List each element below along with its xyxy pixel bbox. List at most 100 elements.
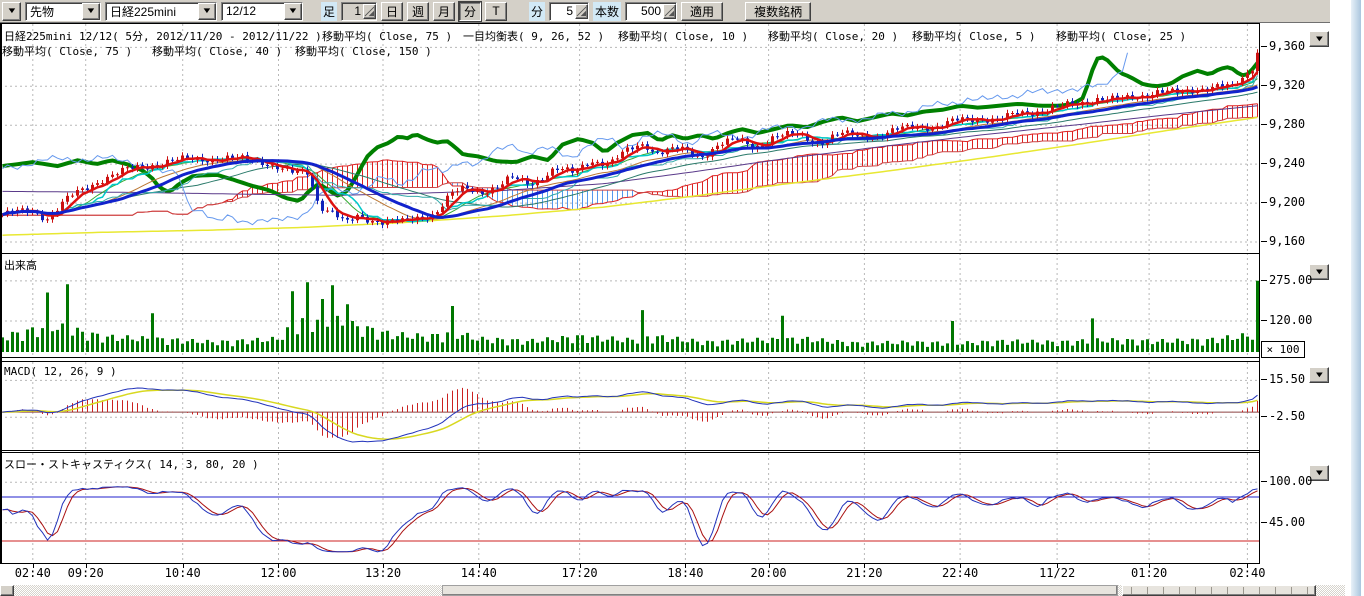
minute-label: 分 [529,2,545,21]
bar-count-value: 500 [626,4,663,18]
instrument-type-select[interactable]: 先物 ▼ [25,2,101,21]
y-axis-label: 15.50 [1261,372,1305,386]
scrollbar-grip-segment[interactable] [1122,585,1316,596]
bar-interval-value: 1 [342,4,363,18]
time-axis-tick [383,563,384,568]
quick-dropdown-button[interactable]: ▼ [2,2,21,21]
y-axis-label: 9,200 [1261,195,1305,209]
time-axis-tick [864,563,865,568]
time-axis-tick [580,563,581,568]
time-axis-label: 10:40 [165,566,201,580]
time-axis-tick [33,563,34,568]
y-axis-label: 120.00 [1261,313,1312,327]
legend-item: 移動平均( Close, 5 ) [912,28,1035,44]
period-month-button[interactable]: 月 [433,2,455,21]
time-axis-tick [1057,563,1058,568]
time-axis-label: 11/22 [1039,566,1075,580]
legend-item: 日経225mini 12/12( 5分, 2012/11/20 - 2012/1… [4,28,322,44]
contract-month-select[interactable]: 12/12 ▼ [221,2,303,21]
legend-item: 移動平均( Close, 150 ) [295,43,432,59]
y-axis-label: -2.50 [1261,409,1305,423]
time-axis-tick [1149,563,1150,568]
chart-right-border [1259,24,1260,563]
minute-value: 5 [550,4,575,18]
time-axis-label: 09:20 [68,566,104,580]
bar-interval-stepper[interactable]: 1 [341,2,377,21]
y-axis-label: 9,360 [1261,39,1305,53]
macd-panel-menu-button[interactable]: ▼ [1309,367,1329,383]
panel-border [0,357,1260,358]
legend-item: 移動平均( Close, 10 ) [618,28,748,44]
panel-border [0,563,1260,564]
time-axis-label: 14:40 [461,566,497,580]
bar-count-stepper[interactable]: 500 [625,2,677,21]
chevron-down-icon: ▼ [1316,268,1323,276]
time-axis-label: 22:40 [942,566,978,580]
y-axis-label: 9,160 [1261,234,1305,248]
legend-item: 一目均衡表( 9, 26, 52 ) [463,28,604,44]
time-axis-tick [769,563,770,568]
stoch-panel-label: スロー・ストキャスティクス( 14, 3, 80, 20 ) [4,456,259,472]
time-axis-label: 01:20 [1131,566,1167,580]
chevron-down-icon: ▼ [6,7,17,15]
time-axis-tick [86,563,87,568]
time-axis-tick [1247,563,1248,568]
chevron-down-icon[interactable]: ▼ [82,3,100,20]
bar-type-label: 足 [321,2,337,21]
time-axis-label: 21:20 [846,566,882,580]
macd-chart-canvas[interactable] [0,362,1260,450]
chevron-down-icon[interactable]: ▼ [198,3,216,20]
minute-value-stepper[interactable]: 5 [549,2,589,21]
horizontal-scrollbar[interactable] [0,585,1345,596]
spinner-icon[interactable] [575,4,588,19]
macd-panel-label: MACD( 12, 26, 9 ) [4,365,117,378]
time-axis-tick [685,563,686,568]
volume-panel-label: 出来高 [4,257,37,273]
spinner-icon[interactable] [663,4,676,19]
chart-left-border [0,24,2,563]
time-axis-label: 02:40 [15,566,51,580]
chevron-down-icon[interactable]: ▼ [284,3,302,20]
time-axis-tick [960,563,961,568]
y-axis-label: 275.00 [1261,273,1312,287]
y-axis-label: 9,320 [1261,78,1305,92]
time-axis-label: 12:00 [260,566,296,580]
chevron-down-icon: ▼ [1316,371,1323,379]
time-axis-tick [278,563,279,568]
legend-item: 移動平均( Close, 40 ) [152,43,282,59]
legend-item: 移動平均( Close, 75 ) [322,28,452,44]
time-axis-label: 02:40 [1229,566,1265,580]
bar-count-label: 本数 [593,2,621,21]
volume-multiplier-badge: × 100 [1261,341,1305,358]
y-axis-label: 45.00 [1261,515,1305,529]
panel-border [0,450,1260,451]
contract-month-value: 12/12 [226,4,256,18]
chevron-down-icon: ▼ [1316,469,1323,477]
panel-border [0,452,1260,453]
chevron-down-icon: ▼ [1316,35,1323,43]
scrollbar-left-button[interactable] [0,585,14,596]
chart-application-window: ▼ 先物 ▼ 日経225mini ▼ 12/12 ▼ 足 1 日 週 月 分 T… [0,0,1364,596]
spinner-icon[interactable] [363,4,376,19]
time-axis-label: 20:00 [751,566,787,580]
price-panel-menu-button[interactable]: ▼ [1309,31,1329,47]
legend-item: 移動平均( Close, 75 ) [2,43,132,59]
time-axis-label: 13:20 [365,566,401,580]
time-axis-label: 17:20 [562,566,598,580]
instrument-type-value: 先物 [30,3,54,20]
y-axis-label: 100.00 [1261,474,1312,488]
window-edge-strip [1351,0,1361,596]
period-week-button[interactable]: 週 [407,2,429,21]
time-axis-tick [183,563,184,568]
period-tick-button[interactable]: T [485,2,507,21]
scrollbar-thumb[interactable] [442,585,1118,596]
volume-chart-canvas[interactable] [0,253,1260,357]
symbol-value: 日経225mini [110,3,176,20]
period-minute-button[interactable]: 分 [459,2,481,21]
symbol-select[interactable]: 日経225mini ▼ [105,2,217,21]
y-axis-label: 9,280 [1261,117,1305,131]
apply-button[interactable]: 適用 [681,2,723,21]
period-day-button[interactable]: 日 [381,2,403,21]
multi-symbol-button[interactable]: 複数銘柄 [745,2,811,21]
legend-item: 移動平均( Close, 20 ) [768,28,898,44]
